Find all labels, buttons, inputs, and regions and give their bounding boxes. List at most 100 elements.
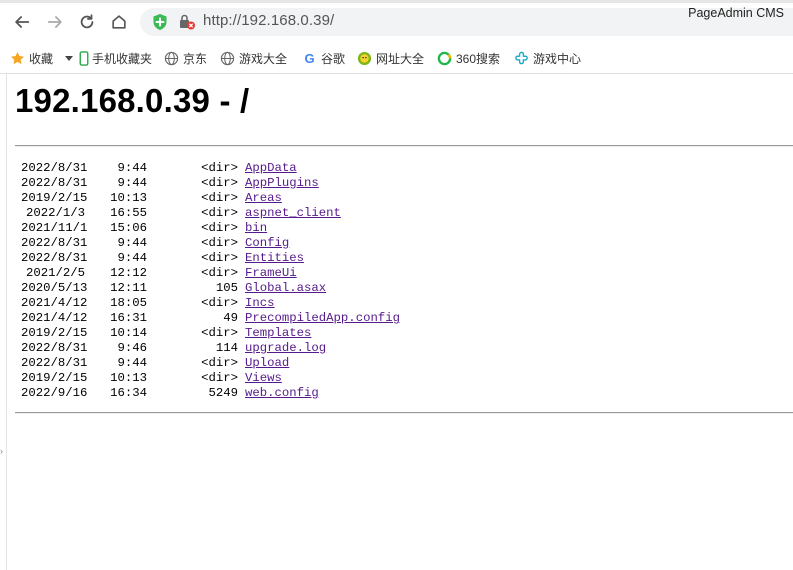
entry-link[interactable]: Global.asax xyxy=(245,281,326,296)
entry-link[interactable]: Entities xyxy=(245,251,304,266)
entry-time: 10:13 xyxy=(110,371,147,385)
gamepad-icon xyxy=(514,51,529,66)
entry-time: 9:44 xyxy=(117,356,147,370)
bookmark-label: 谷歌 xyxy=(321,51,346,66)
360-icon xyxy=(437,51,452,66)
bookmarks-bar: 收藏 手机收藏夹 京东 游戏大全 G 谷歌 网址大全 360搜索 游戏中心 xyxy=(0,44,793,74)
entry-date: 2022/8/31 xyxy=(21,341,88,355)
entry-date: 2021/11/1 xyxy=(21,221,88,235)
entry-size: <dir> xyxy=(201,371,238,385)
entry-date: 2019/2/15 xyxy=(21,191,88,205)
entry-time: 9:44 xyxy=(117,236,147,250)
entry-time: 9:46 xyxy=(117,341,147,355)
entry-time: 10:13 xyxy=(110,191,147,205)
entry-time: 12:12 xyxy=(110,266,147,280)
entry-link[interactable]: web.config xyxy=(245,386,319,401)
bookmark-label: 收藏 xyxy=(29,51,54,66)
entry-size: <dir> xyxy=(201,191,238,205)
tab-strip xyxy=(0,0,793,3)
entry-link[interactable]: upgrade.log xyxy=(245,341,326,356)
entry-date: 2022/8/31 xyxy=(21,356,88,370)
entry-size: 114 xyxy=(215,341,238,355)
arrow-left-icon xyxy=(15,16,30,28)
entry-date: 2020/5/13 xyxy=(21,281,88,295)
entry-size: <dir> xyxy=(201,296,238,310)
entry-size: <dir> xyxy=(201,176,238,190)
divider xyxy=(15,412,793,414)
home-button[interactable] xyxy=(108,11,130,33)
entry-size: <dir> xyxy=(201,251,238,265)
bookmark-favorites[interactable]: 收藏 xyxy=(10,49,74,67)
browser-toolbar: http://192.168.0.39/ PageAdmin CMS xyxy=(0,0,793,44)
bookmark-google[interactable]: G 谷歌 xyxy=(302,49,345,67)
divider xyxy=(15,145,793,147)
entry-date: 2022/1/3 xyxy=(25,206,85,220)
bookmark-label: 手机收藏夹 xyxy=(92,51,153,66)
bookmark-360[interactable]: 360搜索 xyxy=(437,49,500,67)
entry-date: 2022/9/16 xyxy=(21,386,88,400)
reload-icon xyxy=(80,14,94,29)
entry-date: 2022/8/31 xyxy=(21,236,88,250)
globe-icon xyxy=(164,51,179,66)
bookmark-label: 京东 xyxy=(183,51,208,66)
entry-time: 16:55 xyxy=(110,206,147,220)
bookmark-game-center[interactable]: 游戏中心 xyxy=(514,49,581,67)
arrow-right-icon xyxy=(47,16,62,28)
url-input[interactable]: http://192.168.0.39/ xyxy=(203,12,334,29)
entry-time: 9:44 xyxy=(117,251,147,265)
app-title: PageAdmin CMS xyxy=(688,6,784,20)
shield-icon[interactable] xyxy=(152,13,168,31)
entry-date: 2022/8/31 xyxy=(21,176,88,190)
entry-size: <dir> xyxy=(201,266,238,280)
entry-size: <dir> xyxy=(201,161,238,175)
chevron-down-icon[interactable] xyxy=(65,51,74,65)
entry-link[interactable]: aspnet_client xyxy=(245,206,341,221)
entry-link[interactable]: PrecompiledApp.config xyxy=(245,311,400,326)
entry-link[interactable]: AppPlugins xyxy=(245,176,319,191)
entry-size: <dir> xyxy=(201,206,238,220)
bookmark-label: 网址大全 xyxy=(376,51,425,66)
star-icon xyxy=(10,51,25,66)
entry-time: 9:44 xyxy=(117,176,147,190)
entry-date: 2019/2/15 xyxy=(21,371,88,385)
home-icon xyxy=(112,15,126,29)
entry-size: <dir> xyxy=(201,326,238,340)
entry-time: 16:34 xyxy=(110,386,147,400)
phone-icon xyxy=(79,50,89,66)
entry-date: 2022/8/31 xyxy=(21,161,88,175)
entry-time: 15:06 xyxy=(110,221,147,235)
entry-size: 5249 xyxy=(208,386,238,400)
globe-icon xyxy=(220,51,235,66)
entry-date: 2019/2/15 xyxy=(21,326,88,340)
entry-link[interactable]: Upload xyxy=(245,356,289,371)
bookmark-label: 360搜索 xyxy=(456,51,501,66)
entry-size: 105 xyxy=(215,281,238,295)
back-button[interactable] xyxy=(11,11,33,33)
page-content: 192.168.0.39 - / 2022/8/31 9:44 <dir> AppDa… xyxy=(0,74,793,570)
entry-time: 9:44 xyxy=(117,161,147,175)
bookmark-hao[interactable]: 网址大全 xyxy=(357,49,424,67)
smile-icon xyxy=(357,51,372,66)
entry-link[interactable]: FrameUi xyxy=(245,266,297,281)
forward-button[interactable] xyxy=(44,11,66,33)
entry-time: 12:11 xyxy=(110,281,147,295)
entry-link[interactable]: Config xyxy=(245,236,289,251)
bookmark-games[interactable]: 游戏大全 xyxy=(220,49,287,67)
entry-size: <dir> xyxy=(201,356,238,370)
entry-link[interactable]: Templates xyxy=(245,326,311,341)
insecure-lock-icon[interactable] xyxy=(178,14,196,30)
bookmark-mobile[interactable]: 手机收藏夹 xyxy=(79,49,152,67)
reload-button[interactable] xyxy=(76,11,98,33)
bookmark-label: 游戏大全 xyxy=(239,51,288,66)
bookmark-label: 游戏中心 xyxy=(533,51,582,66)
bookmark-jd[interactable]: 京东 xyxy=(164,49,207,67)
entry-link[interactable]: Areas xyxy=(245,191,282,206)
entry-date: 2021/4/12 xyxy=(21,311,88,325)
entry-link[interactable]: Views xyxy=(245,371,282,386)
entry-link[interactable]: AppData xyxy=(245,161,297,176)
entry-link[interactable]: bin xyxy=(245,221,267,236)
entry-size: <dir> xyxy=(201,236,238,250)
page-title: 192.168.0.39 - / xyxy=(15,82,250,119)
entry-link[interactable]: Incs xyxy=(245,296,275,311)
entry-time: 16:31 xyxy=(110,311,147,325)
